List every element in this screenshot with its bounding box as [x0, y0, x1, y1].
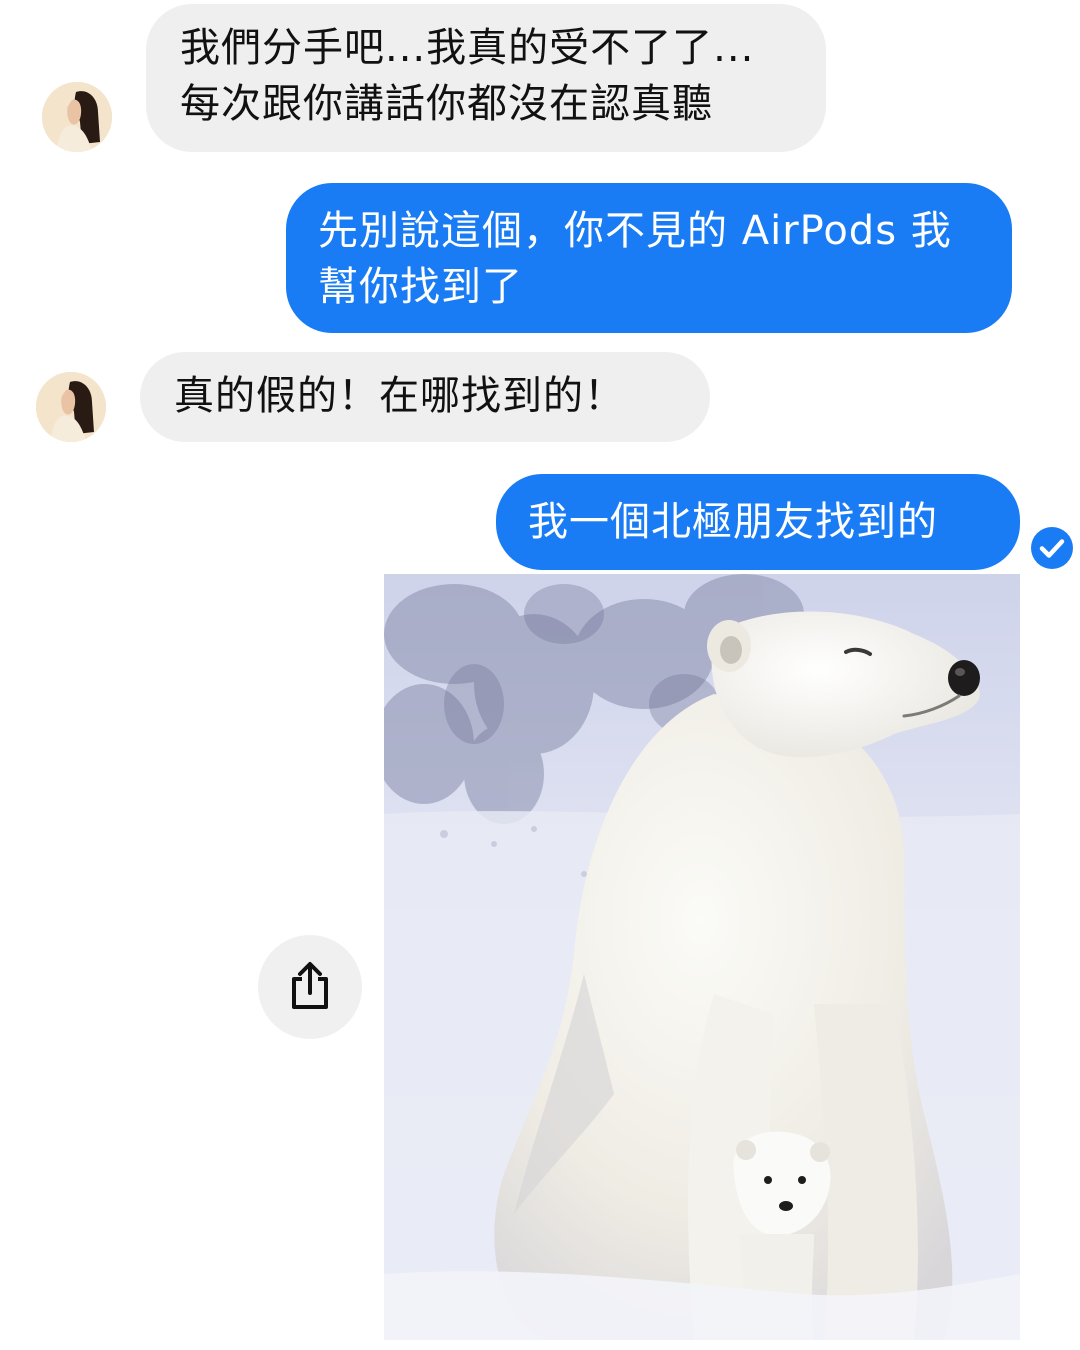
message-bubble-incoming[interactable]: 真的假的！在哪找到的！: [140, 352, 710, 442]
contact-avatar[interactable]: [42, 82, 112, 152]
message-text: 先別說這個，你不見的 AirPods 我: [318, 208, 952, 254]
message-text: 幫你找到了: [318, 264, 523, 310]
check-circle-icon: [1030, 526, 1074, 570]
share-icon: [292, 962, 328, 1009]
message-bubble-incoming[interactable]: 我們分手吧...我真的受不了了... 每次跟你講話你都沒在認真聽: [146, 4, 826, 152]
message-bubble-outgoing[interactable]: 先別說這個，你不見的 AirPods 我 幫你找到了: [286, 183, 1012, 333]
share-button[interactable]: [258, 935, 362, 1039]
message-text: 每次跟你講話你都沒在認真聽: [180, 81, 713, 127]
avatar-image: [42, 82, 112, 152]
message-text: 真的假的！在哪找到的！: [174, 373, 625, 419]
message-text: 我一個北極朋友找到的: [528, 499, 938, 545]
polar-bear-photo: [384, 574, 1020, 1340]
message-text: 我們分手吧...我真的受不了了...: [180, 25, 755, 71]
photo-attachment[interactable]: [384, 574, 1020, 1340]
message-bubble-outgoing[interactable]: 我一個北極朋友找到的: [496, 474, 1020, 570]
avatar-image: [36, 372, 106, 442]
contact-avatar[interactable]: [36, 372, 106, 442]
